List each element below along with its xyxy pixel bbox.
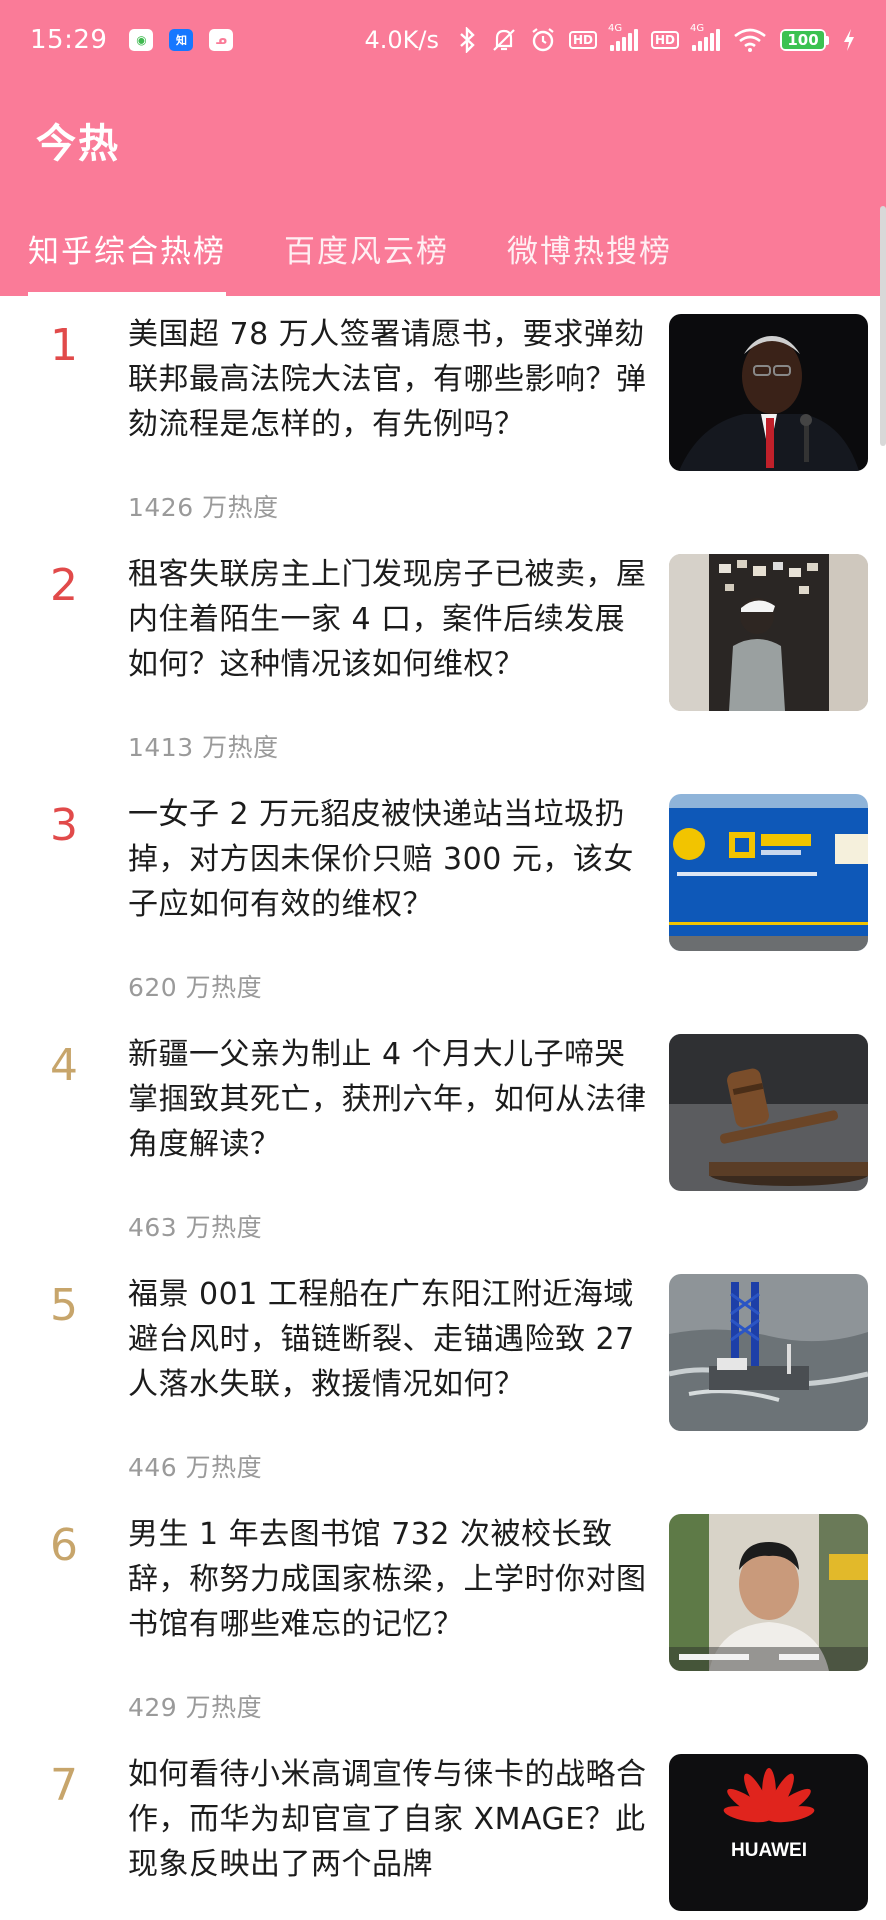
list-item[interactable]: 2 租客失联房主上门发现房子已被卖，屋内住着陌生一家 4 口，案件后续发展如何？… bbox=[0, 536, 886, 776]
status-time: 15:29 bbox=[30, 25, 108, 55]
app-title: 今热 bbox=[36, 121, 120, 167]
signal-icon-2: 4G bbox=[690, 23, 720, 51]
zhihu-icon: 知 bbox=[169, 29, 194, 51]
rank-number: 4 bbox=[50, 1040, 78, 1091]
item-title[interactable]: 新疆一父亲为制止 4 个月大儿子啼哭掌掴致其死亡，获刑六年，如何从法律角度解读？ bbox=[128, 1032, 652, 1167]
tab-label: 知乎综合热榜 bbox=[28, 233, 226, 270]
rank-number: 5 bbox=[50, 1280, 78, 1331]
network-type-label: 4G bbox=[607, 23, 623, 34]
battery-level: 100 bbox=[782, 31, 824, 49]
app-bar: 今热 bbox=[0, 80, 886, 200]
hd-voice-badge-2: HD bbox=[650, 31, 679, 49]
heat-count: 429 万热度 bbox=[128, 1693, 263, 1722]
list-item[interactable]: 4 新疆一父亲为制止 4 个月大儿子啼哭掌掴致其死亡，获刑六年，如何从法律角度解… bbox=[0, 1016, 886, 1256]
gavel-photo[interactable] bbox=[669, 1034, 868, 1191]
item-title[interactable]: 如何看待小米高调宣传与徕卡的战略合作，而华为却官宣了自家 XMAGE？此现象反映… bbox=[128, 1752, 652, 1887]
list-item[interactable]: 3 一女子 2 万元貂皮被快递站当垃圾扔掉，对方因未保价只赔 300 元，该女子… bbox=[0, 776, 886, 1016]
heat-count: 1413 万热度 bbox=[128, 733, 279, 762]
item-title[interactable]: 一女子 2 万元貂皮被快递站当垃圾扔掉，对方因未保价只赔 300 元，该女子应如… bbox=[128, 792, 652, 927]
heat-count: 620 万热度 bbox=[128, 973, 263, 1002]
tab-zhihu-hot[interactable]: 知乎综合热榜 bbox=[28, 200, 226, 296]
logo-text: HUAWEI bbox=[731, 1840, 807, 1861]
rank-number: 1 bbox=[50, 320, 78, 371]
student-photo[interactable] bbox=[669, 1514, 868, 1671]
rank-number: 7 bbox=[50, 1760, 78, 1811]
judge-photo[interactable] bbox=[669, 314, 868, 471]
status-bar: 15:29 ◉ 知 ᓄ 4.0K/s HD 4G HD 4G 100 bbox=[0, 0, 886, 80]
alarm-icon bbox=[530, 27, 556, 53]
bluetooth-icon bbox=[456, 27, 478, 53]
heat-count: 463 万热度 bbox=[128, 1213, 263, 1242]
tab-bar: 知乎综合热榜 百度风云榜 微博热搜榜 bbox=[0, 200, 886, 296]
item-title[interactable]: 男生 1 年去图书馆 732 次被校长致辞，称努力成国家栋梁，上学时你对图书馆有… bbox=[128, 1512, 652, 1647]
item-title[interactable]: 租客失联房主上门发现房子已被卖，屋内住着陌生一家 4 口，案件后续发展如何？这种… bbox=[128, 552, 652, 687]
item-title[interactable]: 福景 001 工程船在广东阳江附近海域避台风时，锚链断裂、走锚遇险致 27 人落… bbox=[128, 1272, 652, 1407]
status-indicators: 4.0K/s HD 4G HD 4G 100 bbox=[364, 23, 856, 54]
list-item[interactable]: 5 福景 001 工程船在广东阳江附近海域避台风时，锚链断裂、走锚遇险致 27 … bbox=[0, 1256, 886, 1496]
wechat-icon: ◉ bbox=[129, 29, 154, 51]
list-item[interactable]: 7 如何看待小米高调宣传与徕卡的战略合作，而华为却官宣了自家 XMAGE？此现象… bbox=[0, 1736, 886, 1920]
hd-voice-badge: HD bbox=[568, 31, 597, 49]
wifi-icon bbox=[733, 27, 767, 53]
heat-count: 446 万热度 bbox=[128, 1453, 263, 1482]
app-icon: ᓄ bbox=[209, 29, 234, 51]
mute-bell-icon bbox=[491, 27, 517, 53]
network-type-label-2: 4G bbox=[690, 23, 705, 34]
list-item[interactable]: 1 美国超 78 万人签署请愿书，要求弹劾联邦最高法院大法官，有哪些影响？弹劾流… bbox=[0, 296, 886, 536]
heat-count: 1426 万热度 bbox=[128, 493, 279, 522]
delivery-truck-photo[interactable] bbox=[669, 794, 868, 951]
huawei-logo-photo[interactable]: HUAWEI bbox=[669, 1754, 868, 1911]
hot-list: 1 美国超 78 万人签署请愿书，要求弹劾联邦最高法院大法官，有哪些影响？弹劾流… bbox=[0, 296, 886, 1920]
apartment-door-photo[interactable] bbox=[669, 554, 868, 711]
signal-icon: 4G bbox=[608, 23, 638, 51]
rank-number: 3 bbox=[50, 800, 78, 851]
battery-icon: 100 bbox=[780, 29, 829, 51]
notification-icons: ◉ 知 ᓄ bbox=[129, 29, 234, 51]
list-item[interactable]: 6 男生 1 年去图书馆 732 次被校长致辞，称努力成国家栋梁，上学时你对图书… bbox=[0, 1496, 886, 1736]
engineering-ship-photo[interactable] bbox=[669, 1274, 868, 1431]
rank-number: 6 bbox=[50, 1520, 78, 1571]
tab-baidu-hot[interactable]: 百度风云榜 bbox=[284, 200, 449, 296]
network-speed: 4.0K/s bbox=[364, 26, 439, 54]
charging-icon bbox=[842, 28, 856, 52]
rank-number: 2 bbox=[50, 560, 78, 611]
tab-weibo-hot[interactable]: 微博热搜榜 bbox=[507, 200, 672, 296]
tab-label: 微博热搜榜 bbox=[507, 233, 672, 270]
item-title[interactable]: 美国超 78 万人签署请愿书，要求弹劾联邦最高法院大法官，有哪些影响？弹劾流程是… bbox=[128, 312, 652, 447]
tab-label: 百度风云榜 bbox=[284, 233, 449, 270]
